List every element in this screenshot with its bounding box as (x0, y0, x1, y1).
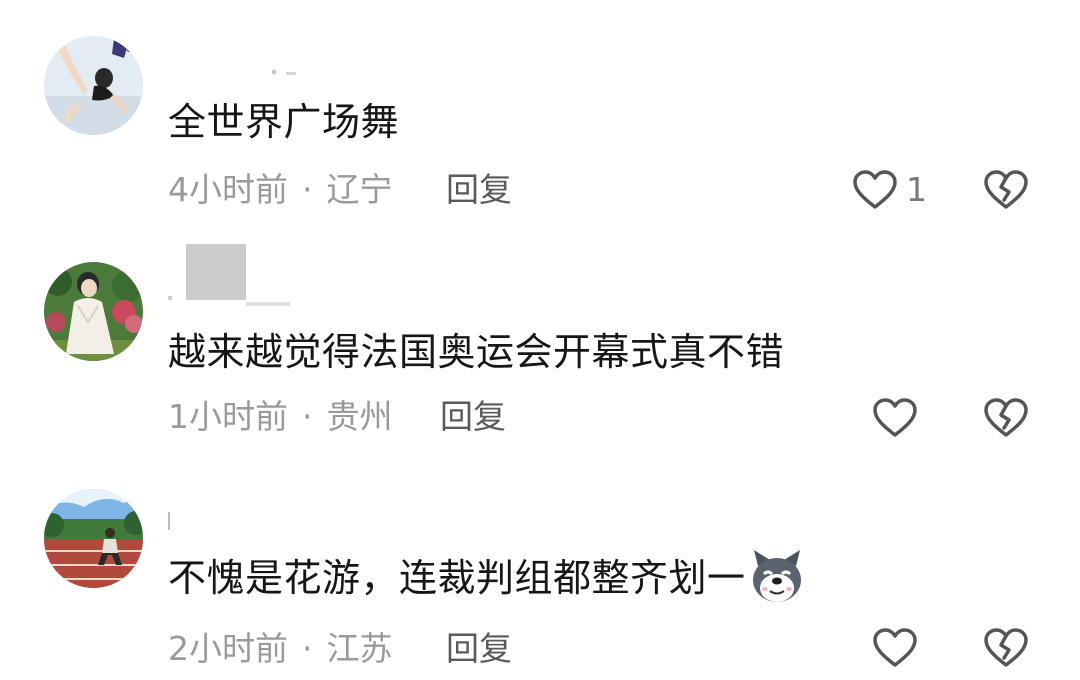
reply-button[interactable]: 回复 (446, 628, 512, 670)
dislike-button[interactable] (984, 166, 1030, 214)
reply-button[interactable]: 回复 (446, 169, 512, 211)
comment-text: 不愧是花游，连裁判组都整齐划一 (168, 549, 806, 606)
like-button[interactable] (872, 624, 918, 672)
track-field-avatar[interactable] (44, 489, 143, 588)
comment-time: 2小时前 (168, 629, 288, 668)
dislike-button[interactable] (984, 624, 1030, 672)
like-count: 1 (906, 170, 927, 209)
comment-text: 全世界广场舞 (168, 100, 400, 144)
like-button[interactable]: 1 (852, 166, 927, 214)
comment-location: 辽宁 (326, 170, 393, 209)
broken-heart-icon (984, 627, 1028, 669)
comment-meta: 4小时前 · 辽宁 (168, 169, 393, 211)
comment-meta: 2小时前 · 江苏 (168, 628, 393, 670)
broken-heart-icon (984, 169, 1028, 211)
comment-time: 1小时前 (168, 397, 288, 436)
meta-separator: · (302, 397, 313, 436)
like-button[interactable] (872, 394, 918, 442)
meta-separator: · (302, 629, 313, 668)
heart-outline-icon (872, 397, 918, 439)
comment-location: 贵州 (326, 397, 393, 436)
garden-woman-avatar[interactable] (44, 262, 143, 361)
heart-outline-icon (872, 627, 918, 669)
comment-text-content: 不愧是花游，连裁判组都整齐划一 (168, 556, 746, 600)
comment-time: 4小时前 (168, 170, 288, 209)
gymnast-avatar[interactable] (44, 36, 143, 135)
comment-list: 全世界广场舞 4小时前 · 辽宁 回复 1 越来越觉得法国奥运会开幕式真不错 1… (0, 0, 1080, 680)
comment-location: 江苏 (326, 629, 393, 668)
comment-text: 越来越觉得法国奥运会开幕式真不错 (168, 330, 785, 374)
heart-outline-icon (852, 169, 898, 211)
broken-heart-icon (984, 397, 1028, 439)
doge-emoji-icon (748, 548, 806, 606)
meta-separator: · (302, 170, 313, 209)
comment-meta: 1小时前 · 贵州 (168, 396, 393, 438)
dislike-button[interactable] (984, 394, 1030, 442)
username-redacted[interactable] (168, 244, 298, 306)
reply-button[interactable]: 回复 (440, 396, 506, 438)
